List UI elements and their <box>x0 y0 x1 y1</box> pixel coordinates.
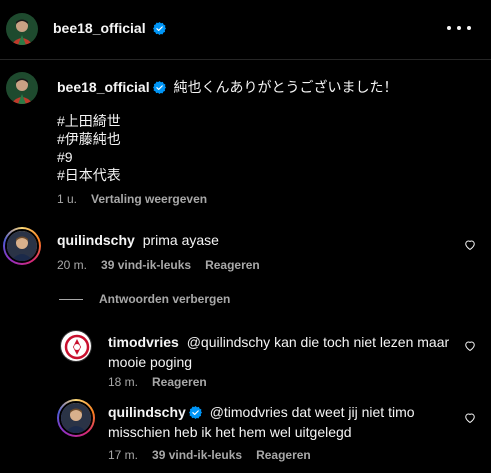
hashtag-list: #上田綺世 #伊藤純也 #9 #日本代表 <box>57 112 477 184</box>
comment-username[interactable]: quilindschy <box>108 404 186 420</box>
heart-outline-icon[interactable] <box>464 340 476 352</box>
comment-likes[interactable]: 39 vind-ik-leuks <box>152 448 242 462</box>
caption-time[interactable]: 1 u. <box>57 192 77 206</box>
hashtag-link[interactable]: #上田綺世 <box>57 112 477 130</box>
commenter-avatar[interactable] <box>57 399 95 437</box>
verified-badge-icon <box>152 22 166 35</box>
comment-text: prima ayase <box>142 232 219 248</box>
more-options-icon[interactable] <box>447 20 471 36</box>
author-username[interactable]: bee18_official <box>53 20 166 36</box>
caption-text: 純也くんありがとうございました！ <box>173 79 398 95</box>
heart-outline-icon[interactable] <box>464 239 476 251</box>
comment-meta: 17 m. 39 vind-ik-leuks Reageren <box>108 448 311 462</box>
reply-comment: quilindschy @timodvries dat weet jij nie… <box>0 399 491 465</box>
verified-badge-icon <box>152 81 166 94</box>
comment-username[interactable]: timodvries <box>108 334 179 350</box>
comment-time[interactable]: 18 m. <box>108 375 138 389</box>
divider-line <box>59 298 83 300</box>
comment-time[interactable]: 17 m. <box>108 448 138 462</box>
comment-meta: 20 m. 39 vind-ik-leuks Reageren <box>57 258 260 272</box>
caption-username[interactable]: bee18_official <box>57 79 150 95</box>
reply-button[interactable]: Reageren <box>152 375 207 389</box>
commenter-avatar[interactable] <box>60 330 92 362</box>
verified-badge-icon <box>188 406 202 419</box>
caption-author-avatar[interactable] <box>6 72 38 104</box>
hashtag-link[interactable]: #日本代表 <box>57 166 477 184</box>
commenter-avatar[interactable] <box>3 227 41 265</box>
caption-body: bee18_official 純也くんありがとうございました！ #上田綺世 #伊… <box>57 78 477 184</box>
comment-time[interactable]: 20 m. <box>57 258 87 272</box>
comment-meta: 18 m. Reageren <box>108 375 207 389</box>
reply-button[interactable]: Reageren <box>256 448 311 462</box>
translate-button[interactable]: Vertaling weergeven <box>91 192 207 206</box>
comment-body: timodvries @quilindschy kan die toch nie… <box>108 332 453 372</box>
reply-button[interactable]: Reageren <box>205 258 260 272</box>
heart-outline-icon[interactable] <box>464 412 476 424</box>
post-header: bee18_official <box>0 0 491 60</box>
reply-comment: timodvries @quilindschy kan die toch nie… <box>0 328 491 392</box>
hashtag-link[interactable]: #9 <box>57 148 477 166</box>
hide-replies-toggle[interactable]: Antwoorden verbergen <box>59 292 230 306</box>
comment: quilindschy prima ayase 20 m. 39 vind-ik… <box>0 227 491 277</box>
comment-username[interactable]: quilindschy <box>57 232 135 248</box>
author-username-text[interactable]: bee18_official <box>53 20 146 36</box>
hide-replies-label[interactable]: Antwoorden verbergen <box>99 292 230 306</box>
author-avatar[interactable] <box>6 13 38 45</box>
comment-likes[interactable]: 39 vind-ik-leuks <box>101 258 191 272</box>
caption-meta: 1 u. Vertaling weergeven <box>57 192 207 206</box>
hashtag-link[interactable]: #伊藤純也 <box>57 130 477 148</box>
comment-body: quilindschy @timodvries dat weet jij nie… <box>108 402 453 442</box>
comment-body: quilindschy prima ayase <box>57 230 447 250</box>
